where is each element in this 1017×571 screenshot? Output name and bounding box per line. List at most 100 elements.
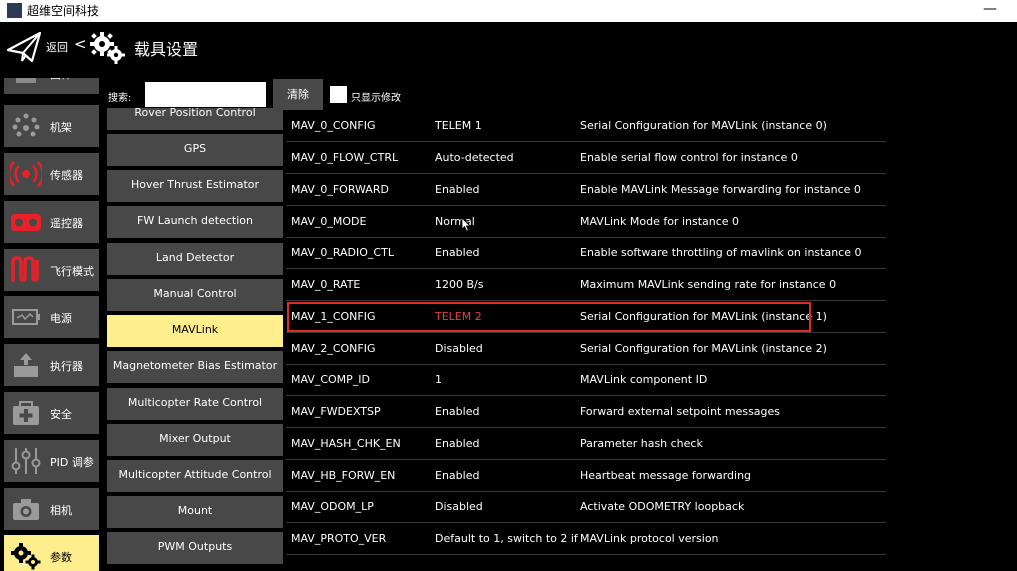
param-value[interactable]: 1: [435, 373, 578, 386]
table-row[interactable]: MAV_FWDEXTSP Enabled Forward external se…: [286, 396, 886, 428]
sidebar-item-camera[interactable]: 相机: [4, 488, 99, 530]
sidebar-item-label: 执行器: [50, 360, 83, 373]
search-label: 搜索:: [108, 93, 132, 104]
table-row[interactable]: MAV_2_CONFIG Disabled Serial Configurati…: [286, 333, 886, 365]
param-description: Activate ODOMETRY loopback: [580, 500, 745, 513]
param-value[interactable]: Enabled: [435, 246, 578, 259]
param-name: MAV_0_FLOW_CTRL: [291, 151, 399, 164]
table-row[interactable]: MAV_COMP_ID 1 MAVLink component ID: [286, 364, 886, 396]
group-gps[interactable]: GPS: [107, 134, 283, 166]
param-description: MAVLink Mode for instance 0: [580, 215, 740, 228]
param-name: MAV_1_CONFIG: [291, 310, 376, 323]
paper-plane-icon[interactable]: [6, 30, 42, 64]
sidebar-item-safety[interactable]: 安全: [4, 392, 99, 434]
tuning-icon: [11, 448, 41, 474]
param-description: Serial Configuration for MAVLink (instan…: [580, 119, 827, 132]
sidebar-item-power[interactable]: 电源: [4, 296, 99, 338]
sidebar-item-label: 电源: [50, 312, 72, 325]
table-row[interactable]: MAV_ODOM_LP Disabled Activate ODOMETRY l…: [286, 491, 886, 523]
param-name: MAV_0_MODE: [291, 215, 367, 228]
param-value[interactable]: TELEM 1: [435, 119, 578, 132]
back-button[interactable]: 返回: [46, 39, 68, 55]
sidebar-item-actuators[interactable]: 执行器: [4, 344, 99, 386]
parameter-group-list: Rover Position Control GPS Hover Thrust …: [106, 108, 284, 571]
group-rover-position-control[interactable]: Rover Position Control: [107, 108, 283, 130]
setup-sidebar: 固件 机架 传感器 遥控器 飞行模式 电源: [0, 78, 102, 571]
param-description: Enable software throttling of mavlink on…: [580, 246, 862, 259]
param-description: MAVLink protocol version: [580, 532, 719, 545]
param-name: MAV_PROTO_VER: [291, 532, 387, 545]
table-row[interactable]: MAV_1_CONFIG TELEM 2 Serial Configuratio…: [286, 301, 886, 333]
page-header: 返回 < 载具设置: [0, 22, 1017, 72]
camera-icon: [13, 499, 39, 520]
param-name: MAV_0_RADIO_CTL: [291, 246, 394, 259]
param-name: MAV_0_FORWARD: [291, 183, 389, 196]
back-chevron-icon[interactable]: <: [74, 35, 87, 53]
airframe-icon: [12, 113, 40, 137]
group-magnetometer-bias-estimator[interactable]: Magnetometer Bias Estimator: [107, 351, 283, 383]
table-row[interactable]: MAV_0_RATE 1200 B/s Maximum MAVLink send…: [286, 269, 886, 301]
group-pwm-outputs[interactable]: PWM Outputs: [107, 532, 283, 564]
group-manual-control[interactable]: Manual Control: [107, 279, 283, 311]
param-value[interactable]: Auto-detected: [435, 151, 578, 164]
parameters-icon: [11, 543, 41, 570]
table-row[interactable]: MAV_0_MODE Normal MAVLink Mode for insta…: [286, 206, 886, 238]
sidebar-item-label: PID 调参: [50, 456, 94, 469]
param-value[interactable]: Enabled: [435, 405, 578, 418]
group-multicopter-attitude-control[interactable]: Multicopter Attitude Control: [107, 460, 283, 492]
group-fw-launch-detection[interactable]: FW Launch detection: [107, 206, 283, 238]
sidebar-item-radio[interactable]: 遥控器: [4, 201, 99, 243]
sidebar-item-parameters[interactable]: 参数: [4, 535, 99, 571]
show-modified-only-label: 只显示修改: [351, 93, 401, 104]
table-row[interactable]: MAV_HB_FORW_EN Enabled Heartbeat message…: [286, 460, 886, 492]
safety-icon: [13, 401, 39, 425]
param-value[interactable]: 1200 B/s: [435, 278, 578, 291]
table-row[interactable]: MAV_PROTO_VER Default to 1, switch to 2 …: [286, 523, 886, 555]
param-description: Serial Configuration for MAVLink (instan…: [580, 310, 827, 323]
group-mixer-output[interactable]: Mixer Output: [107, 424, 283, 456]
search-input[interactable]: [145, 82, 266, 107]
sidebar-item-label: 参数: [50, 551, 72, 564]
group-land-detector[interactable]: Land Detector: [107, 243, 283, 275]
table-row[interactable]: MAV_HASH_CHK_EN Enabled Parameter hash c…: [286, 428, 886, 460]
group-mavlink[interactable]: MAVLink: [107, 315, 283, 347]
param-value[interactable]: Enabled: [435, 469, 578, 482]
window-title: 超维空间科技: [27, 4, 100, 18]
param-description: Forward external setpoint messages: [580, 405, 781, 418]
param-description: Parameter hash check: [580, 437, 703, 450]
sidebar-item-flight-modes[interactable]: 飞行模式: [4, 249, 99, 291]
firmware-icon: [16, 78, 36, 83]
minimize-button[interactable]: —: [980, 0, 1000, 22]
table-row[interactable]: MAV_0_FLOW_CTRL Auto-detected Enable ser…: [286, 142, 886, 174]
sidebar-item-sensors[interactable]: 传感器: [4, 153, 99, 195]
sidebar-item-tuning[interactable]: PID 调参: [4, 440, 99, 482]
param-description: MAVLink component ID: [580, 373, 708, 386]
table-row[interactable]: MAV_0_CONFIG TELEM 1 Serial Configuratio…: [286, 110, 886, 142]
group-mount[interactable]: Mount: [107, 496, 283, 528]
param-description: Enable MAVLink Message forwarding for in…: [580, 183, 861, 196]
actuators-icon: [14, 353, 38, 377]
sidebar-item-label: 固件: [50, 78, 72, 82]
table-row[interactable]: MAV_0_RADIO_CTL Enabled Enable software …: [286, 237, 886, 269]
group-multicopter-rate-control[interactable]: Multicopter Rate Control: [107, 388, 283, 420]
sidebar-item-airframe[interactable]: 机架: [4, 105, 99, 147]
param-value[interactable]: Enabled: [435, 437, 578, 450]
param-name: MAV_ODOM_LP: [291, 500, 374, 513]
show-modified-only-checkbox[interactable]: [330, 86, 347, 103]
sidebar-item-label: 飞行模式: [50, 265, 94, 278]
param-name: MAV_HASH_CHK_EN: [291, 437, 401, 450]
group-hover-thrust-estimator[interactable]: Hover Thrust Estimator: [107, 170, 283, 202]
page-title: 载具设置: [134, 40, 199, 59]
sidebar-item-firmware[interactable]: 固件: [4, 78, 99, 94]
sidebar-item-label: 传感器: [50, 169, 83, 182]
param-value[interactable]: Default to 1, switch to 2 if GCS sends v…: [435, 532, 578, 545]
parameter-table: MAV_0_CONFIG TELEM 1 Serial Configuratio…: [286, 110, 886, 571]
param-value[interactable]: Disabled: [435, 342, 578, 355]
table-row[interactable]: MAV_0_FORWARD Enabled Enable MAVLink Mes…: [286, 174, 886, 206]
clear-button[interactable]: 清除: [273, 79, 323, 110]
param-value[interactable]: Normal: [435, 215, 578, 228]
param-value[interactable]: TELEM 2: [435, 310, 578, 323]
param-value[interactable]: Disabled: [435, 500, 578, 513]
flight-modes-icon: [11, 256, 39, 282]
param-value[interactable]: Enabled: [435, 183, 578, 196]
